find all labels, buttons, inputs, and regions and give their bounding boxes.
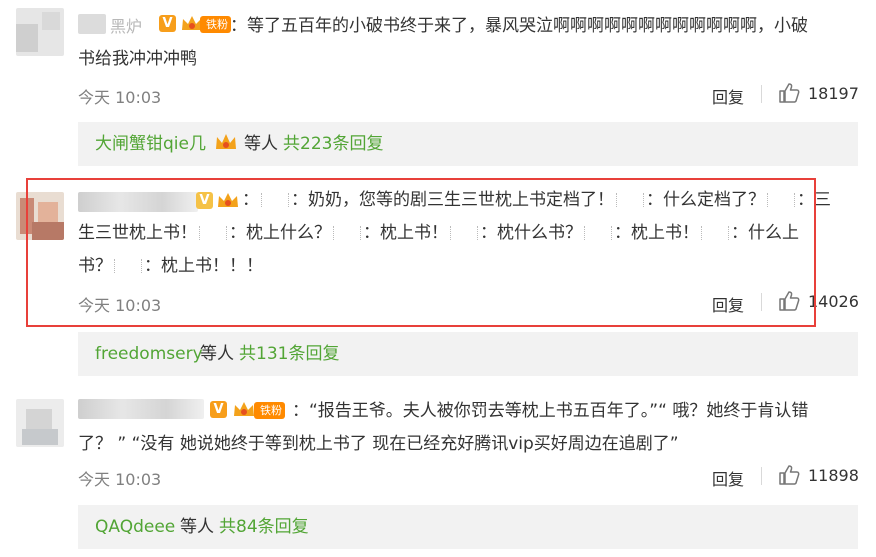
- sub-replies-bar[interactable]: freedomsery 等人 共131条回复: [78, 332, 858, 376]
- comment-1: 黑炉 V 铁粉 ：等了五百年的小破书终于来了，暴风哭泣啊啊啊啊啊啊啊啊啊啊啊啊，…: [0, 0, 876, 175]
- sub-replies-bar[interactable]: QAQdeee 等人 共84条回复: [78, 505, 858, 549]
- crown-icon: [216, 134, 236, 149]
- sub-reply-count[interactable]: 共131条回复: [239, 332, 339, 376]
- sub-reply-etc: 等人: [200, 344, 234, 364]
- comment-time: 今天 10:03: [78, 88, 162, 107]
- like-count: 11898: [808, 466, 859, 485]
- thumbs-up-icon[interactable]: [778, 464, 800, 486]
- comment-3: V 铁粉 ：“报告王爷。夫人被你罚去等枕上书五百年了。”“ 哦？她终于肯认错 了…: [0, 385, 876, 557]
- sub-reply-user[interactable]: QAQdeee: [95, 505, 175, 549]
- sub-replies-bar[interactable]: 大闸蟹钳qie几 等人 共223条回复: [78, 122, 858, 166]
- like-count: 18197: [808, 84, 859, 103]
- avatar[interactable]: [16, 8, 64, 56]
- sub-reply-user[interactable]: 大闸蟹钳qie几: [95, 122, 206, 166]
- sub-reply-count[interactable]: 共84条回复: [219, 505, 309, 549]
- sub-reply-count[interactable]: 共223条回复: [283, 122, 383, 166]
- comment-time: 今天 10:03: [78, 470, 162, 489]
- reply-button[interactable]: 回复: [712, 466, 744, 490]
- sub-reply-etc: 等人: [180, 517, 214, 537]
- reply-button[interactable]: 回复: [712, 84, 744, 108]
- sub-reply-etc: 等人: [244, 134, 278, 154]
- divider: [761, 467, 762, 485]
- comment-text: ：“报告王爷。夫人被你罚去等枕上书五百年了。”“ 哦？她终于肯认错 了？ ” “…: [78, 401, 809, 454]
- highlight-frame: [26, 178, 816, 327]
- divider: [761, 85, 762, 103]
- sub-reply-user[interactable]: freedomsery: [95, 332, 203, 376]
- comment-text: ：等了五百年的小破书终于来了，暴风哭泣啊啊啊啊啊啊啊啊啊啊啊啊，小破 书给我冲冲…: [78, 16, 808, 69]
- thumbs-up-icon[interactable]: [778, 82, 800, 104]
- avatar[interactable]: [16, 399, 64, 447]
